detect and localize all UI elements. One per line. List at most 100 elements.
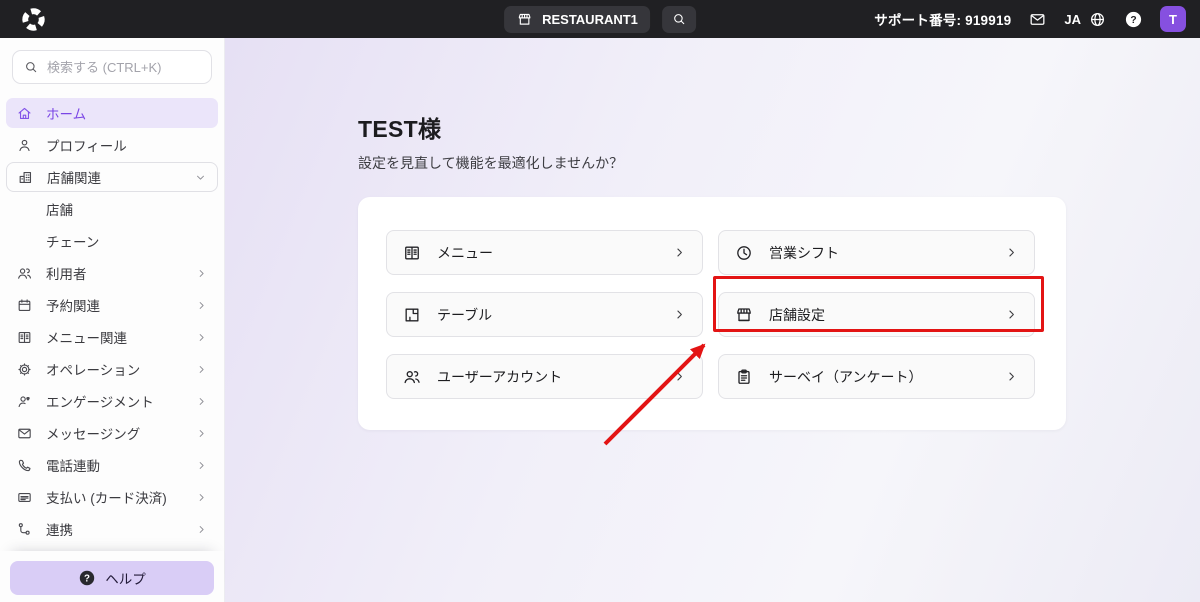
tile-label: テーブル bbox=[437, 305, 492, 325]
sidebar-item-home[interactable]: ホーム bbox=[6, 98, 218, 128]
chevron-down-icon bbox=[194, 171, 207, 184]
chevron-right-icon bbox=[672, 245, 687, 260]
tile-user-account[interactable]: ユーザーアカウント bbox=[386, 354, 703, 399]
page-title: TEST様 bbox=[358, 110, 1200, 144]
sidebar: ホームプロフィール店舗関連店舗チェーン利用者予約関連メニュー関連オペレーションエ… bbox=[0, 38, 225, 602]
credit-card-icon bbox=[16, 489, 33, 506]
sidebar-item-label: プロフィール bbox=[46, 135, 208, 155]
tile-grid: メニュー 営業シフトテーブル 店舗設定ユーザーアカウント サーベイ（アンケート） bbox=[386, 230, 1038, 399]
sidebar-item-label: 店舗 bbox=[46, 199, 208, 219]
sidebar-item-label: 店舗関連 bbox=[47, 167, 194, 187]
sidebar-item-operation[interactable]: オペレーション bbox=[6, 354, 218, 384]
chevron-right-icon bbox=[195, 299, 208, 312]
topbar-center: RESTAURANT1 bbox=[504, 6, 696, 33]
help-button-label: ヘルプ bbox=[105, 568, 146, 588]
sidebar-item-label: オペレーション bbox=[46, 359, 195, 379]
sidebar-item-label: チェーン bbox=[46, 231, 208, 251]
user-avatar[interactable]: T bbox=[1160, 6, 1186, 32]
sidebar-item-label: メニュー関連 bbox=[46, 327, 195, 347]
integration-icon bbox=[16, 521, 33, 538]
restaurant-name: RESTAURANT1 bbox=[542, 12, 638, 27]
storefront-icon bbox=[516, 11, 533, 28]
restaurant-selector-button[interactable]: RESTAURANT1 bbox=[504, 6, 650, 33]
chevron-right-icon bbox=[195, 491, 208, 504]
topbar: RESTAURANT1 サポート番号: 919919 JA ? T bbox=[0, 0, 1200, 38]
tile-business-shift[interactable]: 営業シフト bbox=[718, 230, 1035, 275]
sidebar-footer: ? ヘルプ bbox=[0, 551, 224, 602]
sidebar-item-profile[interactable]: プロフィール bbox=[6, 130, 218, 160]
storefront-icon bbox=[734, 305, 754, 325]
quick-settings-card: メニュー 営業シフトテーブル 店舗設定ユーザーアカウント サーベイ（アンケート） bbox=[358, 197, 1066, 430]
mail-icon[interactable] bbox=[1028, 10, 1047, 29]
sidebar-item-menu-related[interactable]: メニュー関連 bbox=[6, 322, 218, 352]
language-label: JA bbox=[1064, 12, 1081, 27]
sidebar-item-store[interactable]: 店舗 bbox=[6, 194, 218, 224]
users-icon bbox=[402, 367, 422, 387]
chevron-right-icon bbox=[195, 363, 208, 376]
support-number-label: サポート番号: 919919 bbox=[874, 9, 1011, 29]
chevron-right-icon bbox=[195, 331, 208, 344]
sidebar-item-payment[interactable]: 支払い (カード決済) bbox=[6, 482, 218, 512]
page: RESTAURANT1 サポート番号: 919919 JA ? T ホームプロフ… bbox=[0, 0, 1200, 602]
chevron-right-icon bbox=[195, 459, 208, 472]
chevron-right-icon bbox=[195, 427, 208, 440]
tile-label: 営業シフト bbox=[769, 243, 839, 263]
person-icon bbox=[16, 137, 33, 154]
chevron-right-icon bbox=[195, 267, 208, 280]
tile-label: サーベイ（アンケート） bbox=[769, 367, 922, 387]
tile-label: メニュー bbox=[437, 243, 493, 263]
globe-icon bbox=[1088, 10, 1107, 29]
sidebar-item-engagement[interactable]: エンゲージメント bbox=[6, 386, 218, 416]
tile-store-settings[interactable]: 店舗設定 bbox=[718, 292, 1035, 337]
clock-icon bbox=[734, 243, 754, 263]
sidebar-search[interactable] bbox=[12, 50, 212, 84]
sidebar-item-label: メッセージング bbox=[46, 423, 195, 443]
sidebar-item-label: エンゲージメント bbox=[46, 391, 195, 411]
language-switcher[interactable]: JA bbox=[1064, 10, 1107, 29]
sidebar-item-store-related[interactable]: 店舗関連 bbox=[6, 162, 218, 192]
help-icon[interactable]: ? bbox=[1124, 10, 1143, 29]
svg-text:?: ? bbox=[1130, 15, 1136, 26]
menu-book-icon bbox=[402, 243, 422, 263]
tile-table[interactable]: テーブル bbox=[386, 292, 703, 337]
building-icon bbox=[17, 169, 34, 186]
chevron-right-icon bbox=[672, 369, 687, 384]
chevron-right-icon bbox=[195, 523, 208, 536]
sidebar-item-label: 電話連動 bbox=[46, 455, 195, 475]
search-icon bbox=[671, 11, 687, 27]
app-logo-icon bbox=[20, 6, 47, 33]
sidebar-item-reservations[interactable]: 予約関連 bbox=[6, 290, 218, 320]
floor-plan-icon bbox=[402, 305, 422, 325]
tile-label: ユーザーアカウント bbox=[437, 367, 562, 387]
sidebar-item-label: 利用者 bbox=[46, 263, 195, 283]
person-heart-icon bbox=[16, 393, 33, 410]
sidebar-nav: ホームプロフィール店舗関連店舗チェーン利用者予約関連メニュー関連オペレーションエ… bbox=[0, 96, 224, 551]
sidebar-item-label: 支払い (カード決済) bbox=[46, 487, 195, 507]
chevron-right-icon bbox=[1004, 245, 1019, 260]
topbar-right: サポート番号: 919919 JA ? T bbox=[874, 6, 1186, 32]
sidebar-item-phone-integration[interactable]: 電話連動 bbox=[6, 450, 218, 480]
sidebar-item-chain[interactable]: チェーン bbox=[6, 226, 218, 256]
tile-menu[interactable]: メニュー bbox=[386, 230, 703, 275]
calendar-icon bbox=[16, 297, 33, 314]
page-subtitle: 設定を見直して機能を最適化しませんか？ bbox=[358, 153, 1200, 173]
help-button[interactable]: ? ヘルプ bbox=[10, 561, 214, 595]
sidebar-item-integration[interactable]: 連携 bbox=[6, 514, 218, 544]
question-icon: ? bbox=[78, 569, 96, 587]
users-icon bbox=[16, 265, 33, 282]
sidebar-search-input[interactable] bbox=[47, 60, 201, 75]
phone-icon bbox=[16, 457, 33, 474]
chevron-right-icon bbox=[1004, 369, 1019, 384]
home-icon bbox=[16, 105, 33, 122]
mail-icon bbox=[16, 425, 33, 442]
chevron-right-icon bbox=[1004, 307, 1019, 322]
sidebar-item-users[interactable]: 利用者 bbox=[6, 258, 218, 288]
gear-icon bbox=[16, 361, 33, 378]
sidebar-item-label: 連携 bbox=[46, 519, 195, 539]
sidebar-item-label: 予約関連 bbox=[46, 295, 195, 315]
sidebar-item-label: ホーム bbox=[46, 103, 208, 123]
sidebar-item-messaging[interactable]: メッセージング bbox=[6, 418, 218, 448]
topbar-search-button[interactable] bbox=[662, 6, 696, 33]
chevron-right-icon bbox=[672, 307, 687, 322]
tile-survey[interactable]: サーベイ（アンケート） bbox=[718, 354, 1035, 399]
